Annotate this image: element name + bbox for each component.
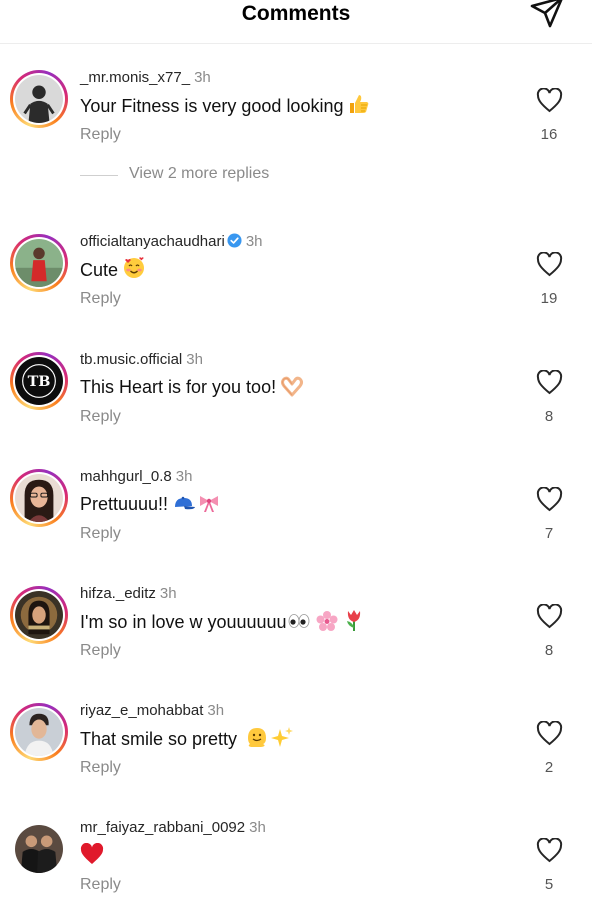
reply-button[interactable]: Reply xyxy=(80,876,121,894)
username[interactable]: officialtanyachaudhari xyxy=(80,233,225,250)
avatar[interactable] xyxy=(15,591,63,639)
reply-button[interactable]: Reply xyxy=(80,290,121,308)
comment-meta: mr_faiyaz_rabbani_0092 3h xyxy=(80,818,266,838)
comment-text: Cute xyxy=(80,256,146,283)
avatar[interactable] xyxy=(15,75,63,123)
comment-body: This Heart is for you too! xyxy=(80,377,277,397)
like-count: 8 xyxy=(544,408,554,425)
blue-cap-icon xyxy=(172,492,196,514)
username[interactable]: riyaz_e_mohabbat xyxy=(80,702,203,719)
avatar-frame[interactable] xyxy=(10,820,68,878)
page-title: Comments xyxy=(241,2,351,25)
verified-badge-icon xyxy=(227,233,242,248)
comments-header: Comments xyxy=(0,0,592,44)
username[interactable]: tb.music.official xyxy=(80,351,182,368)
username[interactable]: hifza._editz xyxy=(80,585,156,602)
comment-time: 3h xyxy=(159,585,177,602)
send-icon[interactable] xyxy=(528,0,566,30)
smiling-face-with-hearts-icon xyxy=(122,256,146,280)
comment-meta: tb.music.official 3h xyxy=(80,350,203,370)
reply-button[interactable]: Reply xyxy=(80,642,121,660)
comments-screen: Comments _mr.monis_x77_ 3h Your Fitness i… xyxy=(0,0,592,920)
comment-text: I'm so in love w youuuuuu xyxy=(80,608,365,635)
comment-time: 3h xyxy=(207,702,225,719)
comment-text: That smile so pretty xyxy=(80,725,294,752)
comment-text: Your Fitness is very good looking xyxy=(80,92,371,119)
eyes-icon xyxy=(287,610,311,632)
avatar[interactable] xyxy=(15,239,63,287)
like-count: 19 xyxy=(540,290,558,307)
thumbs-up-icon xyxy=(347,92,371,116)
heart-hands-icon xyxy=(280,375,304,397)
reply-button[interactable]: Reply xyxy=(80,525,121,543)
sparkles-icon xyxy=(270,725,294,749)
comment-meta: hifza._editz 3h xyxy=(80,584,177,604)
comment-body: That smile so pretty xyxy=(80,729,238,749)
like-count: 5 xyxy=(544,876,554,893)
heart-icon[interactable] xyxy=(536,487,563,512)
tulip-icon xyxy=(343,608,365,632)
view-replies-label[interactable]: View 2 more replies xyxy=(129,165,269,183)
heart-icon[interactable] xyxy=(536,838,563,863)
avatar[interactable]: TB xyxy=(15,357,63,405)
avatar-logo-text: TB xyxy=(28,373,51,390)
reply-button[interactable]: Reply xyxy=(80,759,121,777)
heart-icon[interactable] xyxy=(536,88,563,113)
heart-icon[interactable] xyxy=(536,370,563,395)
comment-time: 3h xyxy=(194,69,211,86)
comment-meta: _mr.monis_x77_ 3h xyxy=(80,68,211,88)
comment-body: Your Fitness is very good looking xyxy=(80,96,344,116)
comment-time: 3h xyxy=(175,468,193,485)
reply-button[interactable]: Reply xyxy=(80,408,121,426)
comment-meta: riyaz_e_mohabbat 3h xyxy=(80,701,224,721)
like-count: 7 xyxy=(544,525,554,542)
heart-icon[interactable] xyxy=(536,604,563,629)
heart-icon[interactable] xyxy=(536,721,563,746)
cherry-blossom-icon xyxy=(315,610,339,632)
comment-body: Cute xyxy=(80,260,119,280)
reply-button[interactable]: Reply xyxy=(80,126,121,144)
comment-body: Prettuuuu!! xyxy=(80,494,169,514)
username[interactable]: _mr.monis_x77_ xyxy=(80,69,190,86)
comment-meta: officialtanyachaudhari 3h xyxy=(80,232,263,252)
comment-time: 3h xyxy=(249,819,266,836)
avatar[interactable] xyxy=(15,825,63,873)
comment-time: 3h xyxy=(245,233,263,250)
avatar[interactable] xyxy=(15,474,63,522)
comment-text: This Heart is for you too! xyxy=(80,374,304,400)
like-count: 8 xyxy=(544,642,554,659)
username[interactable]: mr_faiyaz_rabbani_0092 xyxy=(80,819,245,836)
like-count: 2 xyxy=(544,759,554,776)
like-count: 16 xyxy=(540,126,558,143)
comment-text: Prettuuuu!! xyxy=(80,491,221,517)
story-ring[interactable] xyxy=(10,234,68,292)
red-heart-icon xyxy=(80,843,104,865)
ribbon-icon xyxy=(197,492,221,514)
comment-body: I'm so in love w youuuuuu xyxy=(80,612,287,632)
story-ring[interactable] xyxy=(10,469,68,527)
comment-text xyxy=(80,842,104,868)
melting-face-icon xyxy=(245,725,269,749)
story-ring[interactable] xyxy=(10,70,68,128)
replies-divider xyxy=(80,175,118,176)
username[interactable]: mahhgurl_0.8 xyxy=(80,468,172,485)
story-ring[interactable]: TB xyxy=(10,352,68,410)
story-ring[interactable] xyxy=(10,586,68,644)
avatar[interactable] xyxy=(15,708,63,756)
comment-time: 3h xyxy=(186,351,203,368)
heart-icon[interactable] xyxy=(536,252,563,277)
comment-meta: mahhgurl_0.8 3h xyxy=(80,467,192,487)
view-replies-button[interactable]: View 2 more replies xyxy=(0,164,592,186)
story-ring[interactable] xyxy=(10,703,68,761)
